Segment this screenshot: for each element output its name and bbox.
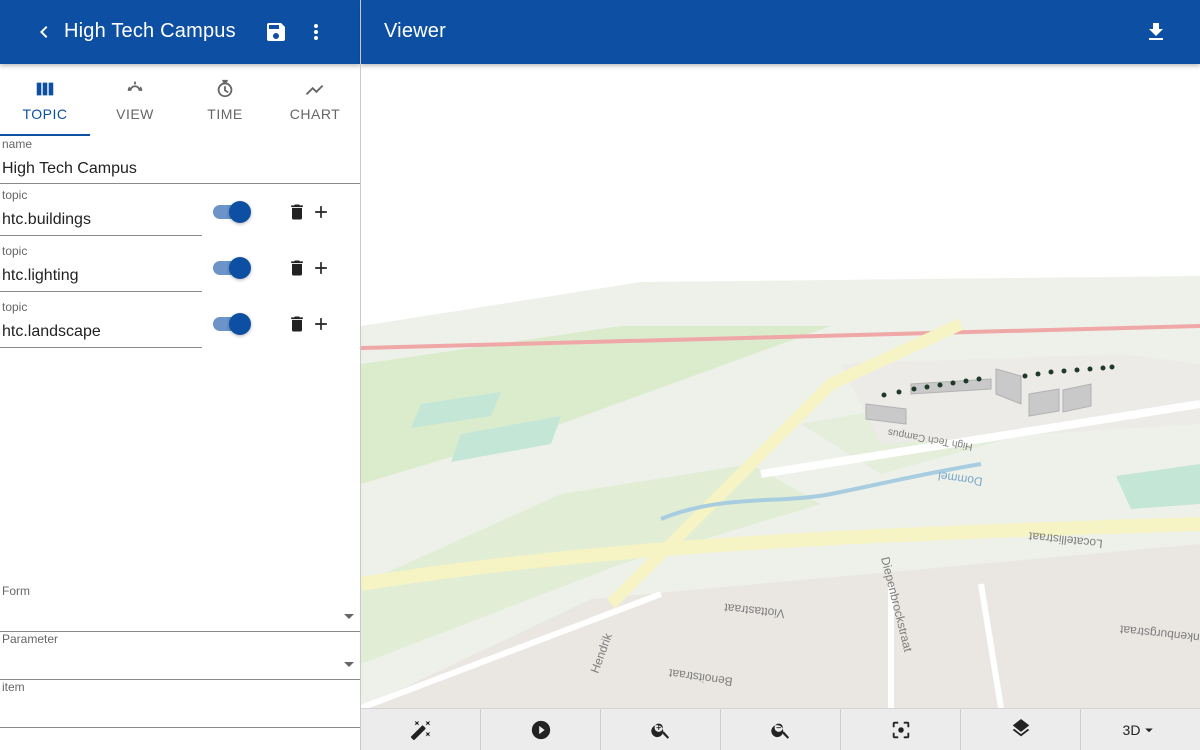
save-button[interactable] <box>264 20 288 44</box>
tab-view-label: VIEW <box>116 106 154 122</box>
topic-field-underline <box>0 235 202 236</box>
left-app-bar: High Tech Campus <box>0 0 360 64</box>
name-field[interactable]: name High Tech Campus <box>0 136 360 184</box>
topic-field-1[interactable]: topic htc.buildings <box>0 188 202 236</box>
magic-wand-button[interactable] <box>361 709 481 750</box>
back-button[interactable] <box>32 20 56 44</box>
topic-field-underline <box>0 347 202 348</box>
download-button[interactable] <box>1144 20 1168 44</box>
topic-3-toggle[interactable] <box>213 313 251 335</box>
download-icon <box>1149 23 1163 40</box>
floppy-disk-icon <box>267 23 285 41</box>
topic-field-label: topic <box>2 188 28 202</box>
add-topic-2-button[interactable] <box>309 256 333 280</box>
view-icon <box>127 81 143 91</box>
delete-topic-2-button[interactable] <box>285 256 309 280</box>
topic-1-toggle[interactable] <box>213 201 251 223</box>
magic-wand-icon <box>410 720 430 740</box>
viewer-app-bar: Viewer <box>361 0 1200 64</box>
topic-field-3[interactable]: topic htc.landscape <box>0 300 202 348</box>
tab-topic[interactable]: TOPIC <box>0 64 90 136</box>
plus-icon <box>315 262 327 274</box>
more-vert-icon <box>314 24 318 40</box>
topic-2-toggle[interactable] <box>213 257 251 279</box>
form-select[interactable]: Form <box>0 584 360 632</box>
dropdown-arrow-icon <box>344 662 354 667</box>
name-field-label: name <box>2 137 33 151</box>
tab-time[interactable]: TIME <box>180 64 270 136</box>
tab-chart-label: CHART <box>289 106 341 122</box>
dropdown-arrow-icon <box>344 614 354 619</box>
name-field-value: High Tech Campus <box>2 160 137 177</box>
plus-icon <box>315 318 327 330</box>
delete-topic-3-button[interactable] <box>285 312 309 336</box>
topic-field-value: htc.lighting <box>2 267 79 284</box>
toggle-thumb <box>229 313 251 335</box>
tab-topic-label: TOPIC <box>22 106 68 122</box>
trash-icon <box>291 260 303 276</box>
play-icon <box>531 720 550 739</box>
parameter-select-label: Parameter <box>2 632 59 646</box>
topic-field-2[interactable]: topic htc.lighting <box>0 244 202 292</box>
play-button[interactable] <box>481 709 601 750</box>
add-topic-1-button[interactable] <box>309 200 333 224</box>
form-select-label: Form <box>2 584 30 598</box>
chevron-left-icon <box>40 26 48 38</box>
tab-time-label: TIME <box>207 106 243 122</box>
more-menu-button[interactable] <box>304 20 328 44</box>
plus-icon <box>315 206 327 218</box>
focus-button[interactable] <box>841 709 961 750</box>
toggle-thumb <box>229 257 251 279</box>
tab-bar: TOPIC VIEW TIME CHART <box>0 64 360 136</box>
zoom-in-icon <box>650 723 669 739</box>
zoom-out-icon <box>770 723 789 739</box>
name-field-underline <box>0 183 360 184</box>
toggle-thumb <box>229 201 251 223</box>
sidebar: TOPIC VIEW TIME CHART name High Tech Cam… <box>0 64 360 750</box>
map-viewer[interactable]: High Tech Campus Dommel Locatellistraat … <box>361 64 1200 708</box>
view-mode-select[interactable]: 3D <box>1081 709 1200 750</box>
time-icon <box>217 79 233 98</box>
topic-field-underline <box>0 291 202 292</box>
tab-chart[interactable]: CHART <box>270 64 360 136</box>
topic-field-label: topic <box>2 300 28 314</box>
topic-field-value: htc.buildings <box>2 211 91 228</box>
trash-icon <box>291 204 303 220</box>
item-field-underline <box>0 727 360 728</box>
dropdown-arrow-icon <box>1145 728 1154 732</box>
zoom-out-button[interactable] <box>721 709 841 750</box>
layers-icon <box>1012 718 1029 736</box>
item-field-label: item <box>2 680 25 694</box>
panel-divider <box>360 0 361 750</box>
delete-topic-1-button[interactable] <box>285 200 309 224</box>
zoom-in-button[interactable] <box>601 709 721 750</box>
parameter-select[interactable]: Parameter <box>0 632 360 680</box>
center-focus-icon <box>892 721 909 738</box>
tab-view[interactable]: VIEW <box>90 64 180 136</box>
view-mode-label: 3D <box>1122 721 1141 738</box>
map-canvas[interactable]: High Tech Campus Dommel Locatellistraat … <box>361 64 1200 708</box>
chart-icon <box>305 84 324 95</box>
trash-icon <box>291 316 303 332</box>
topic-field-label: topic <box>2 244 28 258</box>
topic-field-value: htc.landscape <box>2 323 101 340</box>
item-field[interactable]: item <box>0 680 360 728</box>
map-toolbar: 3D <box>361 708 1200 750</box>
columns-icon <box>36 82 54 96</box>
viewer-title: Viewer <box>384 20 446 42</box>
project-title: High Tech Campus <box>64 20 236 42</box>
add-topic-3-button[interactable] <box>309 312 333 336</box>
layers-button[interactable] <box>961 709 1081 750</box>
